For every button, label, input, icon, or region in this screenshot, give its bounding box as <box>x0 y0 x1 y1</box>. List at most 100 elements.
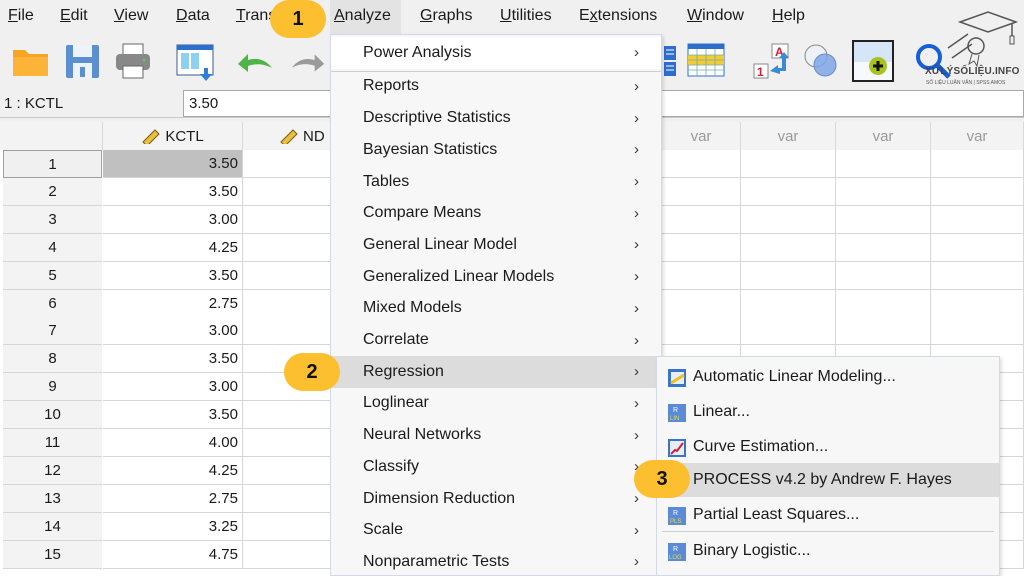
menu-item-mixed-models[interactable]: Mixed Models › <box>331 293 661 325</box>
menu-edit[interactable]: Edit <box>58 7 90 25</box>
column-header-var[interactable]: var <box>931 122 1024 150</box>
data-cell[interactable] <box>662 205 741 234</box>
data-cell-kctl[interactable]: 3.00 <box>103 317 243 346</box>
menu-item-loglinear[interactable]: Loglinear › <box>331 388 661 420</box>
data-cell[interactable] <box>836 289 931 318</box>
data-cell[interactable] <box>836 205 931 234</box>
row-header[interactable]: 5 <box>3 261 102 290</box>
row-header[interactable]: 3 <box>3 205 102 234</box>
menu-utilities[interactable]: Utilities <box>498 7 554 25</box>
data-cell[interactable] <box>931 177 1024 206</box>
data-cell-kctl[interactable]: 3.50 <box>103 261 243 290</box>
menu-item-generalized-linear-models[interactable]: Generalized Linear Models › <box>331 261 661 293</box>
column-header-var[interactable]: var <box>662 122 741 150</box>
open-folder-icon[interactable] <box>10 40 52 82</box>
submenu-item-linear[interactable]: R LIN Linear... <box>657 395 999 429</box>
submenu-item-partial-least-squares[interactable]: R PLS Partial Least Squares... <box>657 498 999 532</box>
data-cell[interactable] <box>741 317 836 346</box>
column-header-kctl[interactable]: KCTL <box>103 122 243 150</box>
column-header-var[interactable]: var <box>836 122 931 150</box>
data-cell[interactable] <box>741 289 836 318</box>
menu-item-regression[interactable]: Regression › <box>331 356 661 388</box>
data-cell[interactable] <box>931 289 1024 318</box>
menu-item-neural-networks[interactable]: Neural Networks › <box>331 419 661 451</box>
split-file-icon[interactable] <box>662 40 680 82</box>
insert-variable-icon[interactable] <box>852 40 894 82</box>
use-sets-icon[interactable] <box>800 40 842 82</box>
column-header-nd[interactable]: ND <box>243 122 343 150</box>
data-cell[interactable] <box>931 261 1024 290</box>
data-cell-kctl[interactable]: 2.75 <box>103 484 243 513</box>
data-cell-kctl[interactable]: 2.75 <box>103 289 243 318</box>
data-cell[interactable] <box>836 233 931 262</box>
data-cell-kctl[interactable]: 4.25 <box>103 456 243 485</box>
data-cell[interactable] <box>836 177 931 206</box>
data-cell[interactable] <box>662 233 741 262</box>
menu-item-classify[interactable]: Classify › <box>331 451 661 483</box>
value-labels-icon[interactable]: A 1 <box>752 40 794 82</box>
row-header[interactable]: 6 <box>3 289 102 318</box>
data-cell[interactable] <box>662 317 741 346</box>
row-header[interactable]: 8 <box>3 345 102 374</box>
menu-file[interactable]: FFileile <box>6 7 36 25</box>
row-header[interactable]: 2 <box>3 177 102 206</box>
data-cell-kctl[interactable]: 3.50 <box>103 345 243 374</box>
row-header[interactable]: 15 <box>3 540 102 569</box>
row-header[interactable]: 11 <box>3 429 102 457</box>
row-header[interactable]: 1 <box>3 150 102 178</box>
data-cell[interactable] <box>662 150 741 178</box>
row-header[interactable]: 7 <box>3 317 102 346</box>
menu-analyze[interactable]: Analyze <box>330 0 401 34</box>
data-cell[interactable] <box>662 261 741 290</box>
data-cell[interactable] <box>931 150 1024 178</box>
data-cell-kctl[interactable]: 4.00 <box>103 429 243 457</box>
row-header[interactable]: 9 <box>3 373 102 402</box>
submenu-item-binary-logistic[interactable]: R LOG Binary Logistic... <box>657 534 999 568</box>
data-cell-kctl[interactable]: 3.50 <box>103 401 243 430</box>
row-header[interactable]: 4 <box>3 233 102 262</box>
menu-extensions[interactable]: Extensions <box>577 7 659 25</box>
data-cell-kctl[interactable]: 3.00 <box>103 373 243 402</box>
menu-item-descriptive-statistics[interactable]: Descriptive Statistics › <box>331 102 661 134</box>
menu-data[interactable]: Data <box>174 7 212 25</box>
row-header[interactable]: 13 <box>3 484 102 513</box>
menu-item-bayesian-statistics[interactable]: Bayesian Statistics › <box>331 134 661 166</box>
redo-icon[interactable] <box>288 40 328 82</box>
row-header[interactable]: 14 <box>3 512 102 541</box>
data-cell[interactable] <box>741 233 836 262</box>
submenu-item-process-v4-2-by-andrew-f-hayes[interactable]: PROCESS v4.2 by Andrew F. Hayes <box>657 463 999 497</box>
submenu-item-curve-estimation[interactable]: Curve Estimation... <box>657 430 999 464</box>
menu-item-power-analysis[interactable]: Power Analysis › <box>331 37 661 69</box>
data-cell[interactable] <box>741 205 836 234</box>
menu-help[interactable]: Help <box>770 7 807 25</box>
menu-item-reports[interactable]: Reports › <box>331 71 661 103</box>
menu-window[interactable]: Window <box>685 7 746 25</box>
data-cell[interactable] <box>836 317 931 346</box>
data-cell-kctl[interactable]: 3.00 <box>103 205 243 234</box>
data-cell-kctl[interactable]: 3.50 <box>103 177 243 206</box>
data-cell[interactable] <box>836 150 931 178</box>
data-cell[interactable] <box>662 289 741 318</box>
data-cell[interactable] <box>741 261 836 290</box>
menu-item-scale[interactable]: Scale › <box>331 515 661 547</box>
undo-icon[interactable] <box>234 40 276 82</box>
save-disk-icon[interactable] <box>62 40 104 82</box>
select-cases-icon[interactable] <box>686 40 728 82</box>
data-cell-kctl[interactable]: 3.25 <box>103 512 243 541</box>
menu-item-compare-means[interactable]: Compare Means › <box>331 198 661 230</box>
menu-item-tables[interactable]: Tables › <box>331 166 661 198</box>
row-header[interactable]: 10 <box>3 401 102 430</box>
menu-item-general-linear-model[interactable]: General Linear Model › <box>331 229 661 261</box>
row-header[interactable]: 12 <box>3 456 102 485</box>
recall-dialog-icon[interactable] <box>174 40 216 82</box>
data-cell[interactable] <box>741 150 836 178</box>
data-cell[interactable] <box>662 177 741 206</box>
submenu-item-automatic-linear-modeling[interactable]: Automatic Linear Modeling... <box>657 360 999 394</box>
data-cell-kctl[interactable]: 3.50 <box>103 150 243 178</box>
menu-item-correlate[interactable]: Correlate › <box>331 324 661 356</box>
menu-graphs[interactable]: Graphs <box>418 7 474 25</box>
data-cell[interactable] <box>931 233 1024 262</box>
data-cell[interactable] <box>836 261 931 290</box>
menu-item-dimension-reduction[interactable]: Dimension Reduction › <box>331 483 661 515</box>
data-cell-kctl[interactable]: 4.75 <box>103 540 243 569</box>
